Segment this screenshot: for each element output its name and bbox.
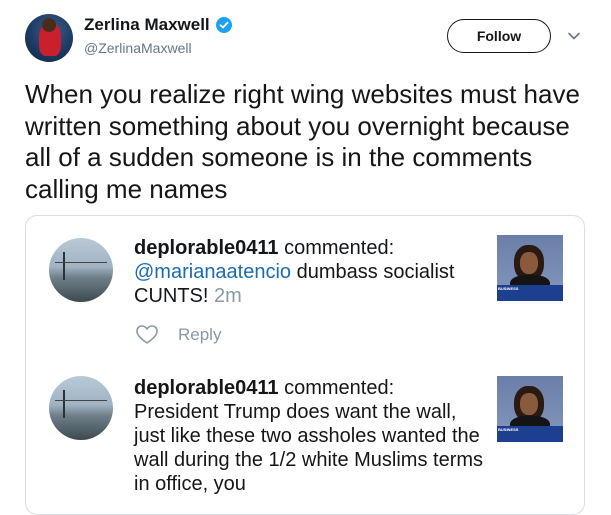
author-name-row[interactable]: Zerlina Maxwell (84, 15, 232, 35)
author-avatar[interactable] (25, 14, 73, 62)
comment-body: President Trump does want the wall, just… (134, 401, 484, 495)
comment-timestamp: 2m (208, 285, 242, 307)
avatar-head (42, 18, 56, 32)
comment-action: commented: (278, 237, 395, 259)
follow-button[interactable]: Follow (447, 19, 551, 53)
avatar-wire (55, 400, 107, 401)
comment-username[interactable]: deplorable0411 (134, 237, 279, 259)
tweet-text: When you realize right wing websites mus… (25, 79, 580, 204)
chevron-down-icon[interactable] (567, 29, 581, 43)
checkmark-icon (219, 21, 229, 29)
thumb-caption: BUSINESS (498, 286, 519, 291)
commenter-avatar[interactable] (49, 238, 113, 302)
comment-action: commented: (278, 377, 395, 399)
comment-thumbnail[interactable]: BUSINESS (497, 235, 563, 301)
avatar-pole (63, 390, 65, 418)
avatar-wire (55, 262, 107, 263)
comment-mention[interactable]: @marianaatencio (134, 261, 291, 283)
heart-icon[interactable] (136, 325, 158, 345)
avatar-pole (63, 252, 65, 280)
comment-username[interactable]: deplorable0411 (134, 377, 279, 399)
commenter-avatar[interactable] (49, 376, 113, 440)
thumb-face (520, 252, 538, 274)
author-name[interactable]: Zerlina Maxwell (84, 15, 210, 35)
comment-text: deplorable0411 commented: President Trum… (134, 376, 484, 496)
verified-badge-icon (215, 17, 232, 33)
comment-thumbnail[interactable]: BUSINESS (497, 376, 563, 442)
reply-row[interactable]: Reply (136, 325, 221, 345)
comment-text: deplorable0411 commented: @marianaatenci… (134, 236, 484, 308)
embedded-screenshot-card[interactable]: deplorable0411 commented: @marianaatenci… (25, 215, 585, 515)
author-handle[interactable]: @ZerlinaMaxwell (84, 40, 192, 56)
thumb-face (520, 393, 538, 415)
thumb-caption: BUSINESS (498, 427, 519, 432)
reply-link[interactable]: Reply (178, 325, 221, 345)
